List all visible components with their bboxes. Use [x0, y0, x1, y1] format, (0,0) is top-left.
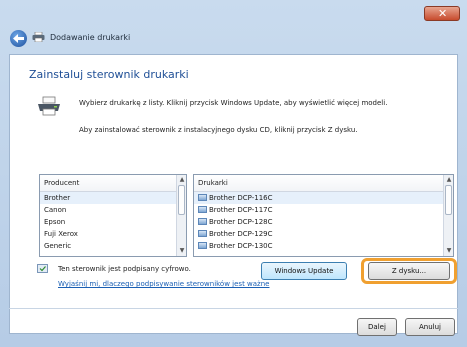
- printer-model-icon: [198, 242, 207, 249]
- printer-title-icon: [32, 32, 45, 42]
- manufacturer-list[interactable]: Producent Brother Canon Epson Fuji Xerox…: [39, 174, 187, 257]
- list-item[interactable]: Fuji Xerox: [40, 228, 186, 240]
- printer-model-icon: [198, 230, 207, 237]
- list-item[interactable]: Brother DCP-116C: [194, 192, 453, 204]
- scroll-thumb[interactable]: [178, 185, 185, 215]
- have-disk-button[interactable]: Z dysku...: [368, 262, 450, 280]
- driver-signed-status: Ten sterownik jest podpisany cyfrowo.: [58, 265, 191, 273]
- list-item-label: Brother DCP-130C: [209, 242, 273, 250]
- close-button[interactable]: ✕: [424, 6, 460, 21]
- window-title: Dodawanie drukarki: [50, 33, 131, 42]
- list-item[interactable]: Brother DCP-129C: [194, 228, 453, 240]
- page-title: Zainstaluj sterownik drukarki: [29, 68, 189, 81]
- list-item[interactable]: Epson: [40, 216, 186, 228]
- list-item[interactable]: Brother DCP-130C: [194, 240, 453, 252]
- printer-model-icon: [198, 206, 207, 213]
- scroll-thumb[interactable]: [445, 185, 452, 215]
- list-item[interactable]: Canon: [40, 204, 186, 216]
- list-item-label: Brother DCP-129C: [209, 230, 273, 238]
- title-bar: ✕ Dodawanie drukarki: [0, 0, 467, 54]
- add-printer-window: ✕ Dodawanie drukarki Zainstaluj sterowni…: [0, 0, 467, 347]
- scroll-down-icon[interactable]: ▼: [445, 247, 453, 255]
- back-button[interactable]: [10, 30, 27, 47]
- list-item-label: Brother DCP-117C: [209, 206, 273, 214]
- scroll-up-icon[interactable]: ▲: [178, 176, 186, 184]
- driver-signing-help-link[interactable]: Wyjaśnij mi, dlaczego podpisywanie stero…: [58, 280, 269, 288]
- printer-model-icon: [198, 218, 207, 225]
- manufacturer-list-header[interactable]: Producent: [40, 175, 186, 192]
- manufacturer-scrollbar[interactable]: ▲ ▼: [176, 175, 186, 256]
- printer-list-header[interactable]: Drukarki: [194, 175, 453, 192]
- scroll-down-icon[interactable]: ▼: [178, 247, 186, 255]
- scroll-up-icon[interactable]: ▲: [445, 176, 453, 184]
- footer-divider: [9, 308, 458, 309]
- close-icon: ✕: [438, 7, 448, 20]
- list-item[interactable]: Brother DCP-117C: [194, 204, 453, 216]
- next-button[interactable]: Dalej: [357, 318, 397, 336]
- printer-model-list[interactable]: Drukarki Brother DCP-116C Brother DCP-11…: [193, 174, 454, 257]
- list-item[interactable]: Generic: [40, 240, 186, 252]
- printer-model-icon: [198, 194, 207, 201]
- instruction-text-1: Wybierz drukarkę z listy. Kliknij przyci…: [79, 99, 388, 107]
- back-arrow-icon: [13, 34, 24, 43]
- printer-icon: [38, 96, 60, 116]
- signed-driver-icon: [37, 264, 48, 273]
- list-item-label: Brother DCP-116C: [209, 194, 273, 202]
- printer-scrollbar[interactable]: ▲ ▼: [443, 175, 453, 256]
- windows-update-button[interactable]: Windows Update: [261, 262, 347, 280]
- cancel-button[interactable]: Anuluj: [405, 318, 455, 336]
- instruction-text-2: Aby zainstalować sterownik z instalacyjn…: [79, 126, 358, 134]
- list-item[interactable]: Brother DCP-128C: [194, 216, 453, 228]
- list-item-label: Brother DCP-128C: [209, 218, 273, 226]
- list-item[interactable]: Brother: [40, 192, 186, 204]
